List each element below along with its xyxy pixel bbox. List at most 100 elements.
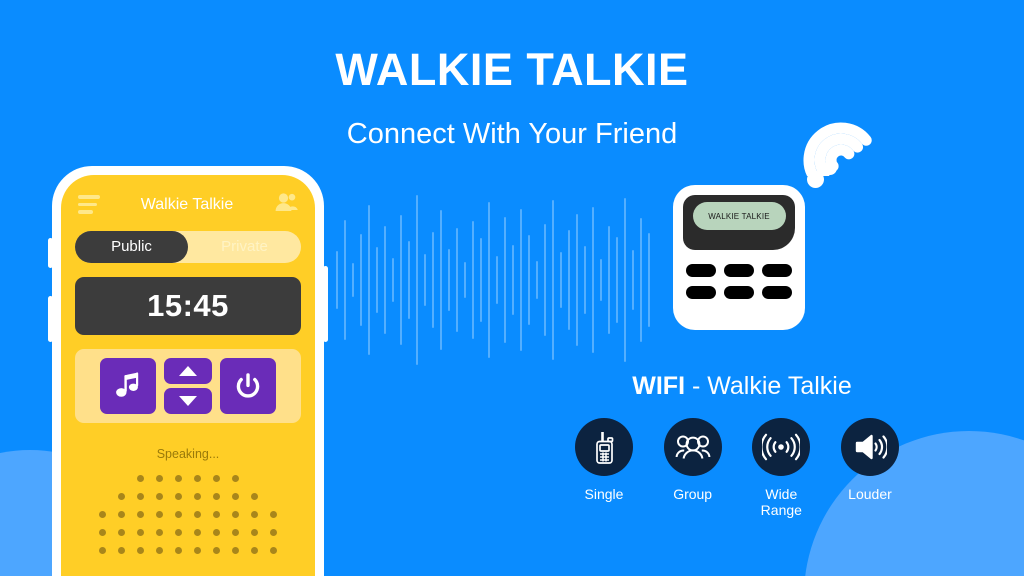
feature-wide-range[interactable]: Wide Range	[743, 418, 819, 518]
mode-toggle[interactable]: Public Private	[75, 231, 301, 263]
waveform-bar	[488, 202, 490, 358]
people-group-icon	[663, 418, 722, 476]
waveform-bar	[352, 263, 354, 297]
speaker-grille-dot	[194, 493, 201, 500]
time-display-panel: 15:45	[75, 277, 301, 335]
device-bezel: WALKIE TALKIE	[683, 195, 795, 250]
waveform-bar	[384, 226, 386, 334]
speaker-grille-dot	[175, 511, 182, 518]
waveform-bar	[408, 241, 410, 319]
waveform-bar	[400, 215, 402, 345]
speaker-grille-dot	[232, 475, 239, 482]
waveform-bar	[480, 238, 482, 322]
speaking-status: Speaking...	[156, 447, 220, 461]
speaker-grille-dot	[251, 529, 258, 536]
waveform-bar	[416, 195, 418, 365]
speaker-grille-dot	[118, 493, 125, 500]
waveform-bar	[512, 245, 514, 315]
volume-up-button[interactable]	[164, 358, 212, 384]
speaker-grille-dot	[118, 547, 125, 554]
power-button[interactable]	[220, 358, 276, 414]
device-key-row	[683, 286, 795, 299]
waveform-bar	[504, 217, 506, 343]
waveform-bar	[568, 230, 570, 330]
feature-single[interactable]: Single	[566, 418, 642, 518]
device-key[interactable]	[762, 286, 792, 299]
hamburger-menu-icon[interactable]	[78, 195, 100, 214]
waveform-bar	[360, 234, 362, 326]
waveform-bar	[600, 259, 602, 301]
speaker-grille-dot	[194, 547, 201, 554]
waveform-bar	[528, 235, 530, 325]
app-top-bar: Walkie Talkie	[61, 175, 315, 217]
app-title: Walkie Talkie	[140, 195, 234, 213]
speaker-grille-dot	[118, 511, 125, 518]
waveform-bar	[552, 200, 554, 360]
feature-label: Group	[673, 486, 713, 502]
speaker-grille-row	[93, 475, 283, 482]
speaker-grille-dot	[156, 547, 163, 554]
speaker-grille-dot	[270, 529, 277, 536]
phone-side-button-mute[interactable]	[48, 238, 53, 268]
speaker-grille-dot	[232, 547, 239, 554]
speaker-grille-dot	[194, 475, 201, 482]
waveform-bar	[440, 210, 442, 350]
walkie-talkie-device: WALKIE TALKIE	[673, 185, 805, 330]
speaker-grille-dot	[232, 529, 239, 536]
volume-down-button[interactable]	[164, 388, 212, 414]
device-key[interactable]	[762, 264, 792, 277]
waveform-bar	[608, 226, 610, 334]
device-key[interactable]	[724, 264, 754, 277]
wifi-arcs-icon	[795, 98, 887, 186]
phone-side-button-volume[interactable]	[48, 296, 53, 342]
speaker-grille-dot	[137, 475, 144, 482]
speaker-grille-dot	[213, 547, 220, 554]
waveform-bar	[576, 214, 578, 346]
speaker-grille-dot	[118, 529, 125, 536]
device-key[interactable]	[686, 286, 716, 299]
speaker-grille-dot	[137, 493, 144, 500]
music-button[interactable]	[100, 358, 156, 414]
poster-canvas: WALKIE TALKIE Connect With Your Friend W…	[0, 0, 1024, 576]
feature-group[interactable]: Group	[655, 418, 731, 518]
speaker-grille-dot	[99, 511, 106, 518]
feature-label: Single	[584, 486, 624, 502]
waveform-bar	[464, 262, 466, 298]
people-contacts-icon[interactable]	[274, 192, 298, 217]
speaker-grille-dot	[213, 475, 220, 482]
device-key-row	[683, 264, 795, 277]
speaker-grille-dot	[251, 511, 258, 518]
speaker-grille-dot	[232, 511, 239, 518]
waveform-bar	[648, 233, 650, 327]
waveform-bar	[584, 246, 586, 314]
waveform-bar	[336, 251, 338, 309]
page-title: WALKIE TALKIE	[335, 44, 689, 95]
speaker-grille-dot	[175, 529, 182, 536]
mode-option-private[interactable]: Private	[188, 231, 301, 263]
feature-louder[interactable]: Louder	[832, 418, 908, 518]
speaker-grille-dot	[213, 493, 220, 500]
wifi-heading-separator: -	[685, 372, 708, 400]
phone-side-button-power[interactable]	[323, 266, 328, 342]
waveform-bar	[640, 218, 642, 342]
control-panel	[75, 349, 301, 423]
speaker-grille-dot	[156, 511, 163, 518]
sound-waveform-decoration	[336, 170, 666, 390]
wifi-heading-strong: WIFI	[632, 372, 686, 400]
device-key[interactable]	[724, 286, 754, 299]
waveform-bar	[456, 228, 458, 332]
wifi-heading-rest: Walkie Talkie	[707, 372, 852, 400]
speaker-grille-dot	[137, 547, 144, 554]
speaker-grille-dot	[270, 511, 277, 518]
feature-row: Single Group Wide Range Louder	[566, 418, 908, 518]
mode-option-public[interactable]: Public	[75, 231, 188, 263]
speaker-grille-dot	[99, 529, 106, 536]
speaker-grille-dot	[156, 493, 163, 500]
waveform-bar	[344, 220, 346, 340]
device-key[interactable]	[686, 264, 716, 277]
waveform-bar	[392, 258, 394, 302]
speaker-grille-dot	[213, 511, 220, 518]
waveform-bar	[520, 209, 522, 351]
waveform-bar	[592, 207, 594, 353]
speaker-volume-icon	[840, 418, 899, 476]
